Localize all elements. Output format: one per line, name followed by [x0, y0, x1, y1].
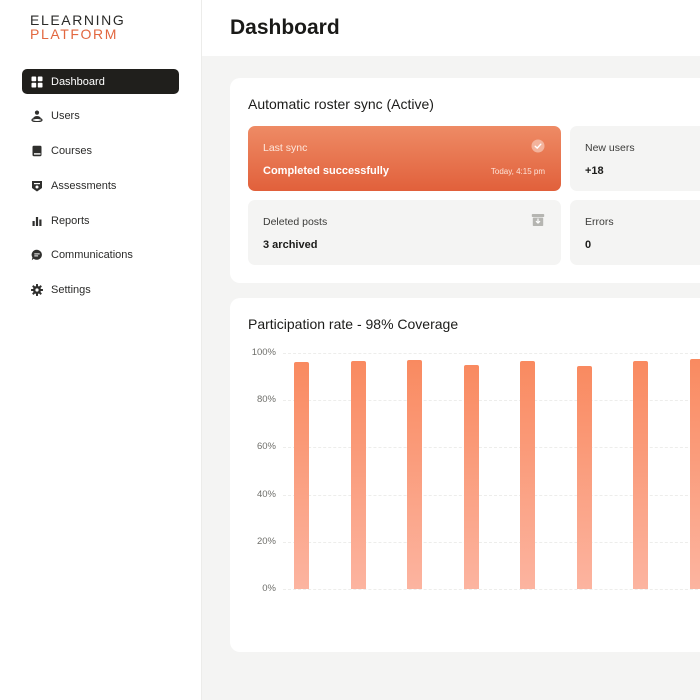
sidebar-item-reports[interactable]: Reports — [22, 208, 179, 233]
sidebar-item-label: Settings — [51, 284, 91, 297]
participation-bar[interactable] — [576, 365, 592, 589]
participation-bar[interactable] — [294, 362, 309, 589]
participation-bar[interactable] — [520, 361, 535, 589]
sidebar-item-users[interactable]: Users — [22, 104, 179, 129]
participation-bar[interactable] — [633, 361, 648, 589]
sidebar-item-communications[interactable]: Communications — [22, 243, 179, 268]
gear-icon — [31, 284, 43, 297]
roster-sync-title: Automatic roster sync (Active) — [248, 96, 434, 112]
last-sync-tile[interactable]: Last sync Completed successfully Today, … — [248, 126, 561, 191]
sidebar-item-label: Assessments — [51, 179, 117, 192]
last-sync-time: Today, 4:15 pm — [490, 167, 545, 176]
errors-tile[interactable]: Errors 0 — [570, 200, 700, 265]
last-sync-label: Last sync — [263, 142, 308, 154]
participation-bar[interactable] — [689, 358, 700, 589]
last-sync-value: Completed successfully — [263, 165, 389, 177]
y-tick-label: 0% — [262, 583, 276, 594]
sidebar-item-courses[interactable]: Courses — [22, 139, 179, 164]
logo-line-1: ELEARNING — [30, 12, 126, 28]
app-logo[interactable]: ELEARNING PLATFORM — [30, 13, 125, 41]
deleted-posts-tile[interactable]: Deleted posts 3 archived — [248, 200, 561, 265]
errors-label: Errors — [585, 216, 614, 228]
assessment-icon — [31, 180, 43, 192]
errors-value: 0 — [585, 239, 592, 251]
archive-icon — [531, 213, 545, 227]
grid-icon — [31, 76, 43, 88]
sidebar-item-label: Courses — [51, 145, 92, 158]
sidebar-item-assessments[interactable]: Assessments — [22, 173, 179, 198]
participation-card: Participation rate - 98% Coverage 100% 80… — [230, 298, 700, 652]
book-icon — [31, 145, 43, 157]
new-users-value: +18 — [585, 165, 604, 177]
y-tick-label: 40% — [256, 488, 276, 500]
participation-bar[interactable] — [407, 360, 422, 589]
participation-bar[interactable] — [350, 361, 366, 589]
page-title: Dashboard — [230, 16, 340, 39]
participation-bar[interactable] — [463, 364, 479, 589]
y-tick-label: 20% — [256, 535, 276, 547]
sidebar: ELEARNING PLATFORM Dashboard Users Cours… — [0, 0, 202, 700]
sidebar-item-label: Users — [51, 110, 80, 123]
gridline — [283, 353, 700, 354]
sidebar-item-settings[interactable]: Settings — [22, 278, 179, 303]
deleted-posts-label: Deleted posts — [263, 216, 328, 228]
chat-icon — [31, 249, 43, 261]
logo-line-2: PLATFORM — [30, 26, 118, 42]
gridline — [283, 589, 700, 590]
y-tick-label: 60% — [256, 441, 276, 453]
y-tick-label: 80% — [256, 394, 276, 406]
participation-chart: 100% 80% 60% 40% 20% 0% — [230, 298, 700, 652]
y-tick-label: 100% — [251, 347, 276, 358]
sidebar-nav: Dashboard Users Courses Assessments Repo… — [22, 69, 179, 313]
check-circle-icon — [531, 139, 545, 153]
bar-chart-icon — [31, 215, 43, 227]
top-bar: Dashboard — [202, 0, 700, 56]
deleted-posts-value: 3 archived — [263, 239, 318, 251]
sidebar-item-label: Dashboard — [51, 75, 105, 88]
users-icon — [31, 110, 43, 123]
new-users-label: New users — [585, 142, 635, 154]
new-users-tile[interactable]: New users +18 — [570, 126, 700, 191]
sidebar-item-dashboard[interactable]: Dashboard — [22, 69, 179, 94]
sidebar-item-label: Communications — [51, 249, 133, 262]
sidebar-item-label: Reports — [51, 214, 90, 227]
roster-sync-card: Automatic roster sync (Active) Last sync… — [230, 78, 700, 283]
